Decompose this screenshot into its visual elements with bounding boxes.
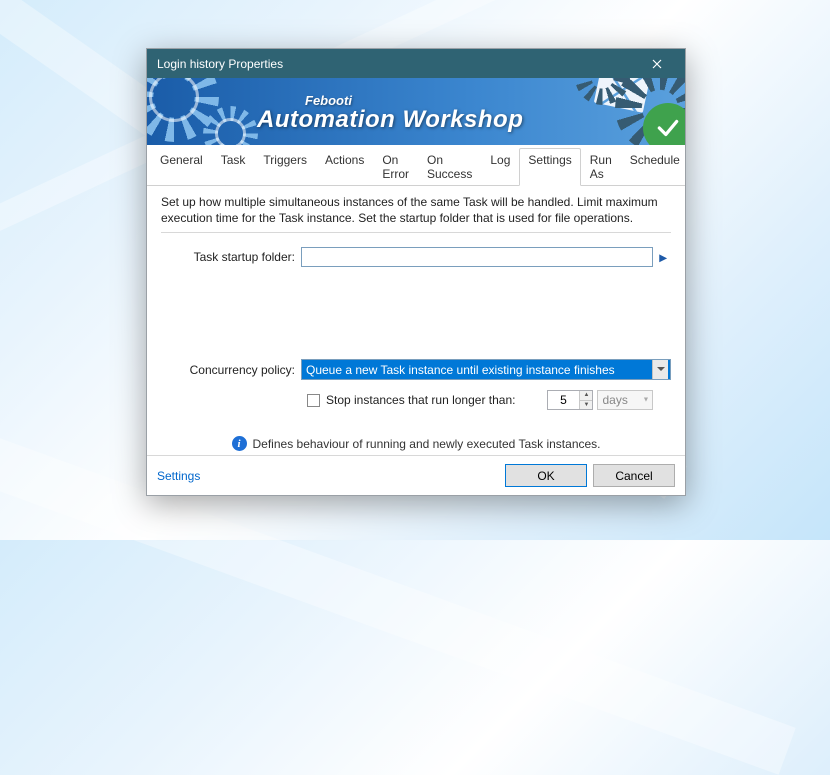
stop-instances-label: Stop instances that run longer than: (326, 393, 515, 407)
chevron-down-icon: ▼ (643, 397, 650, 404)
concurrency-select[interactable]: Queue a new Task instance until existing… (301, 359, 671, 380)
tab-log[interactable]: Log (481, 148, 519, 186)
info-text: Defines behaviour of running and newly e… (253, 437, 601, 451)
close-button[interactable] (637, 49, 677, 78)
titlebar[interactable]: Login history Properties (147, 49, 685, 78)
form-area: Task startup folder: ▸ Concurrency polic… (161, 233, 671, 451)
stop-unit-select[interactable]: days ▼ (597, 390, 653, 410)
concurrency-row: Concurrency policy: Queue a new Task ins… (161, 359, 671, 380)
banner-title: Febooti Automation Workshop (257, 94, 523, 133)
dialog-window: Login history Properties Febooti Automat… (146, 48, 686, 496)
spinner-up-icon[interactable]: ▲ (579, 391, 592, 401)
window-title: Login history Properties (157, 57, 637, 71)
concurrency-label: Concurrency policy: (161, 363, 301, 377)
startup-folder-input[interactable] (301, 247, 653, 267)
tab-on-error[interactable]: On Error (373, 148, 418, 186)
stop-unit-value: days (602, 393, 627, 407)
brand-big: Automation Workshop (257, 107, 523, 133)
content-panel: Set up how multiple simultaneous instanc… (147, 186, 685, 455)
concurrency-value: Queue a new Task instance until existing… (306, 363, 652, 377)
tab-settings[interactable]: Settings (519, 148, 580, 186)
tab-schedule[interactable]: Schedule (621, 148, 689, 186)
cancel-button[interactable]: Cancel (593, 464, 675, 487)
spinner-down-icon[interactable]: ▼ (579, 401, 592, 410)
chevron-down-icon (652, 360, 668, 379)
tab-strip: GeneralTaskTriggersActionsOn ErrorOn Suc… (147, 145, 685, 186)
settings-description: Set up how multiple simultaneous instanc… (161, 194, 671, 233)
tab-run-as[interactable]: Run As (581, 148, 621, 186)
help-link[interactable]: Settings (157, 469, 200, 483)
tab-on-success[interactable]: On Success (418, 148, 481, 186)
browse-button[interactable]: ▸ (655, 247, 671, 267)
tab-general[interactable]: General (151, 148, 212, 186)
info-row: i Defines behaviour of running and newly… (161, 436, 671, 451)
startup-folder-label: Task startup folder: (161, 250, 301, 264)
tab-actions[interactable]: Actions (316, 148, 373, 186)
tab-task[interactable]: Task (212, 148, 255, 186)
stop-instances-checkbox[interactable] (307, 394, 320, 407)
dialog-footer: Settings OK Cancel (147, 455, 685, 495)
startup-folder-row: Task startup folder: ▸ (161, 247, 671, 267)
banner: Febooti Automation Workshop (147, 78, 685, 145)
spinner-buttons[interactable]: ▲ ▼ (579, 391, 592, 409)
ok-button[interactable]: OK (505, 464, 587, 487)
info-icon: i (232, 436, 247, 451)
close-icon (652, 59, 662, 69)
tab-triggers[interactable]: Triggers (254, 148, 316, 186)
stop-instances-row: Stop instances that run longer than: ▲ ▼… (161, 390, 671, 410)
chevron-right-icon: ▸ (659, 249, 666, 266)
